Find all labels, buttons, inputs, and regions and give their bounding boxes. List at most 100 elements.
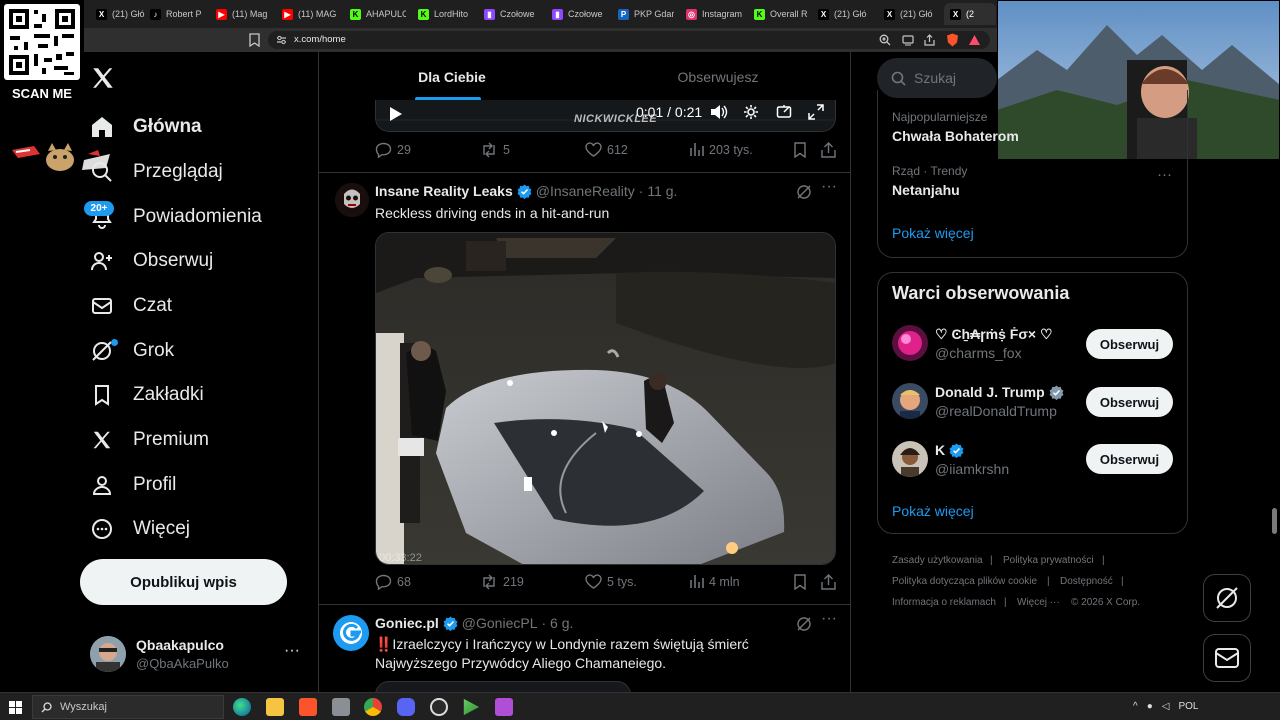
fullscreen-icon[interactable] bbox=[808, 104, 824, 120]
suggested-user[interactable]: K @iiamkrshn bbox=[892, 441, 1072, 481]
author-name[interactable]: Goniec.pl bbox=[375, 615, 439, 631]
trends-show-more-link[interactable]: Pokaż więcej bbox=[892, 225, 974, 241]
tweet-more-icon[interactable]: ··· bbox=[821, 610, 837, 628]
media-player-icon[interactable] bbox=[463, 698, 480, 716]
follow-button[interactable]: Obserwuj bbox=[1086, 387, 1173, 417]
discord-icon[interactable] bbox=[397, 698, 415, 716]
author-name[interactable]: Insane Reality Leaks bbox=[375, 183, 513, 199]
follow-button[interactable]: Obserwuj bbox=[1086, 329, 1173, 359]
like-button[interactable]: 612 bbox=[585, 142, 628, 157]
trend-item[interactable]: Najpopularniejsze Chwała Bohaterom bbox=[892, 110, 1182, 144]
browser-tab[interactable]: ▮ Czołowe bbox=[478, 3, 540, 25]
suggested-user[interactable]: ♡ Ͼẖ₳ɼṁṩ Ḟσ× ♡ @charms_fox bbox=[892, 325, 1072, 365]
browser-tab[interactable]: X (21) Głó bbox=[90, 3, 152, 25]
browser-tab[interactable]: X (21) Głó bbox=[812, 3, 874, 25]
grok-explain-icon[interactable] bbox=[796, 616, 812, 632]
taskbar-search[interactable]: Wyszukaj bbox=[32, 695, 224, 719]
tray-icons[interactable]: ^ ● ◁ POL bbox=[1133, 701, 1198, 712]
nav-item-home[interactable]: Główna bbox=[88, 107, 202, 147]
tweet[interactable]: Goniec.pl @GoniecPL · 6 g. ··· ‼️Izraelc… bbox=[319, 605, 850, 692]
share-button[interactable] bbox=[821, 574, 836, 590]
browser-tab[interactable]: ▶ (11) Mag bbox=[210, 3, 272, 25]
browser-tab[interactable]: K LordHito bbox=[412, 3, 474, 25]
bookmark-button[interactable] bbox=[793, 574, 807, 590]
author-handle[interactable]: @InsaneReality bbox=[536, 183, 635, 199]
brave-icon[interactable] bbox=[299, 698, 317, 716]
nav-item-x-logo[interactable]: Premium bbox=[88, 420, 209, 460]
browser-tab[interactable]: ♪ Robert P bbox=[144, 3, 206, 25]
nav-item-explore[interactable]: Przeglądaj bbox=[88, 152, 223, 192]
grok-floating-button[interactable] bbox=[1203, 574, 1251, 622]
volume-icon[interactable] bbox=[710, 104, 728, 120]
brave-rewards-icon[interactable] bbox=[968, 34, 981, 46]
browser-tab[interactable]: ▶ (11) MAG bbox=[276, 3, 338, 25]
pip-icon[interactable] bbox=[776, 104, 792, 120]
tab-following[interactable]: Obserwujesz bbox=[585, 52, 850, 102]
grok-explain-icon[interactable] bbox=[796, 184, 812, 200]
browser-tab[interactable]: P PKP Gdań bbox=[612, 3, 674, 25]
post-button[interactable]: Opublikuj wpis bbox=[80, 559, 287, 605]
account-switcher[interactable]: Qbaakapulco @QbaAkaPulko ··· bbox=[84, 632, 304, 676]
microphone-icon[interactable]: ● bbox=[1147, 701, 1153, 712]
suggested-user[interactable]: Donald J. Trump @realDonaldTrump bbox=[892, 383, 1072, 423]
chevron-up-icon[interactable]: ^ bbox=[1133, 701, 1138, 712]
author-handle[interactable]: @GoniecPL bbox=[462, 615, 538, 631]
footer-link[interactable]: Więcej ··· bbox=[1017, 597, 1060, 608]
media-preview[interactable] bbox=[375, 681, 631, 692]
tab-for-you[interactable]: Dla Ciebie bbox=[319, 52, 585, 102]
browser-tab[interactable]: ▮ Czołowe bbox=[546, 3, 608, 25]
bookmark-button[interactable] bbox=[793, 142, 807, 158]
footer-link[interactable]: Polityka prywatności bbox=[1003, 555, 1094, 566]
repost-button[interactable]: 219 bbox=[480, 574, 524, 590]
page-scrollbar[interactable] bbox=[1272, 508, 1277, 534]
file-explorer-icon[interactable] bbox=[266, 698, 284, 716]
windows-start-icon[interactable] bbox=[9, 701, 22, 714]
footer-link[interactable]: Polityka dotycząca plików cookie bbox=[892, 576, 1037, 587]
x-logo-icon[interactable] bbox=[90, 65, 116, 91]
trend-item[interactable]: Rząd · Trendy Netanjahu bbox=[892, 164, 1182, 198]
avatar[interactable] bbox=[333, 615, 369, 651]
tweet-more-icon[interactable]: ··· bbox=[821, 178, 837, 196]
reply-button[interactable]: 68 bbox=[375, 574, 411, 590]
footer-link[interactable]: Zasady użytkowania bbox=[892, 555, 983, 566]
nav-item-profile[interactable]: Profil bbox=[88, 465, 176, 505]
site-info-icon[interactable] bbox=[276, 35, 287, 45]
reply-button[interactable]: 29 bbox=[375, 142, 411, 158]
share-button[interactable] bbox=[821, 142, 836, 158]
tweet[interactable]: Insane Reality Leaks @InsaneReality · 11… bbox=[319, 173, 850, 604]
language-indicator[interactable]: POL bbox=[1178, 701, 1198, 712]
follow-button[interactable]: Obserwuj bbox=[1086, 444, 1173, 474]
browser-tab[interactable]: X (2 bbox=[944, 3, 996, 25]
browser-tab[interactable]: ◎ Instagram bbox=[680, 3, 742, 25]
zoom-icon[interactable] bbox=[879, 34, 891, 46]
tweet-time[interactable]: · 11 g. bbox=[639, 183, 678, 199]
who-to-follow-show-more-link[interactable]: Pokaż więcej bbox=[892, 503, 974, 519]
nav-item-bell[interactable]: Powiadomienia bbox=[88, 197, 262, 237]
browser-tab[interactable]: K AHAPULC bbox=[344, 3, 406, 25]
bookmark-icon[interactable] bbox=[248, 33, 261, 47]
views-button[interactable]: 4 mln bbox=[689, 574, 740, 589]
tweet-time[interactable]: · 6 g. bbox=[542, 615, 574, 631]
like-button[interactable]: 5 tys. bbox=[585, 574, 637, 589]
repost-button[interactable]: 5 bbox=[480, 142, 510, 158]
speaker-icon[interactable]: ◁ bbox=[1162, 701, 1170, 712]
edge-icon[interactable] bbox=[233, 698, 251, 716]
settings-icon[interactable] bbox=[743, 104, 759, 120]
browser-tab[interactable]: K Overall R bbox=[748, 3, 810, 25]
nav-item-follow[interactable]: Obserwuj bbox=[88, 241, 213, 281]
footer-link[interactable]: Dostępność bbox=[1060, 576, 1113, 587]
avatar[interactable] bbox=[335, 183, 369, 217]
footer-link[interactable]: Informacja o reklamach bbox=[892, 597, 996, 608]
app-icon[interactable] bbox=[332, 698, 350, 716]
play-icon[interactable] bbox=[389, 106, 403, 122]
nav-item-more-circle[interactable]: Więcej bbox=[88, 509, 190, 549]
trend-more-icon[interactable]: ··· bbox=[1157, 166, 1172, 183]
account-more-icon[interactable]: ··· bbox=[284, 642, 300, 660]
views-button[interactable]: 203 tys. bbox=[689, 142, 753, 157]
tweet-video[interactable]: 00:33:22 bbox=[375, 232, 836, 565]
nav-item-grok[interactable]: Grok bbox=[88, 331, 174, 371]
messages-floating-button[interactable] bbox=[1203, 634, 1251, 682]
browser-tab[interactable]: X (21) Głó bbox=[878, 3, 940, 25]
nav-item-mail[interactable]: Czat bbox=[88, 286, 172, 326]
url-field[interactable]: x.com/home bbox=[268, 31, 990, 49]
